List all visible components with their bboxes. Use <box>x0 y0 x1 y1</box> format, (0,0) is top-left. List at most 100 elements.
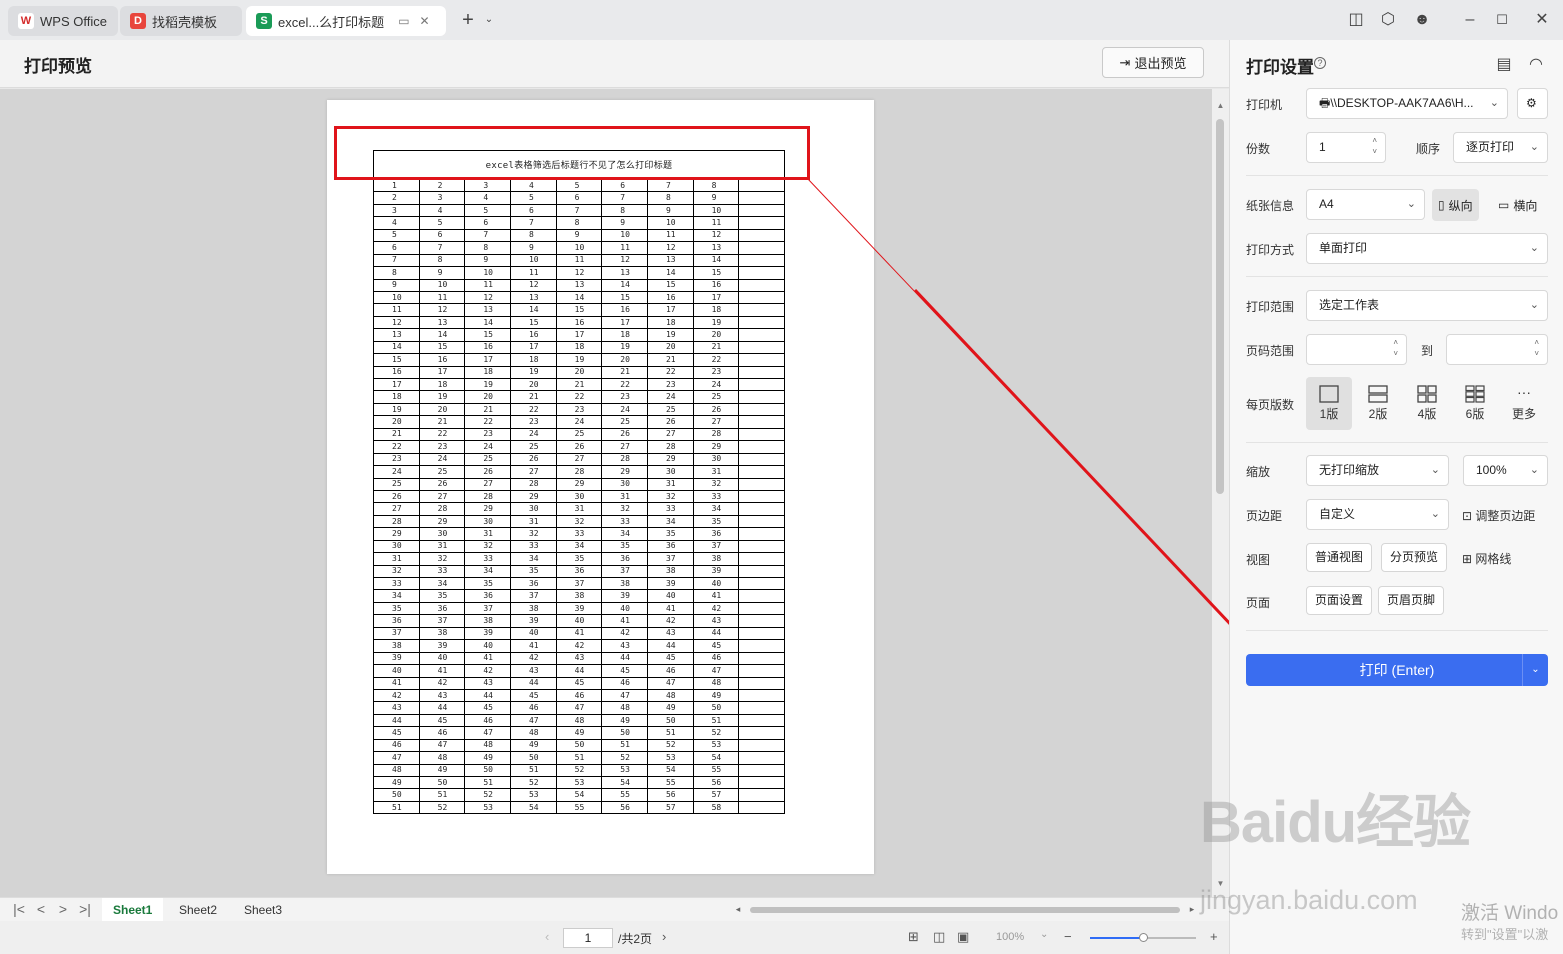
page-break-preview-button[interactable]: 分页预览 <box>1381 543 1447 572</box>
pages-per-sheet-2[interactable]: 2版 <box>1355 377 1401 430</box>
zoom-level[interactable]: 100% <box>996 931 1024 943</box>
table-cell: 36 <box>509 576 557 591</box>
cube-icon[interactable]: ⬡ <box>1378 10 1398 30</box>
chevron-down-icon[interactable]: ⌄ <box>479 10 499 30</box>
table-cell: 23 <box>555 402 603 417</box>
pages-per-sheet-1[interactable]: 1版 <box>1306 377 1352 430</box>
scroll-thumb[interactable] <box>1216 119 1224 494</box>
close-window-icon[interactable]: ✕ <box>1532 10 1552 30</box>
scroll-left-icon[interactable]: ◂ <box>731 901 745 917</box>
last-sheet-icon[interactable]: >| <box>78 901 92 917</box>
normal-view-button[interactable]: 普通视图 <box>1306 543 1372 572</box>
pages-per-sheet-6[interactable]: 6版 <box>1452 377 1498 430</box>
chevron-down-icon: ⌄ <box>1529 464 1539 476</box>
table-cell: 39 <box>692 564 740 579</box>
page-view-icon[interactable]: ▣ <box>957 929 969 945</box>
headset-icon[interactable]: ◠ <box>1526 55 1546 75</box>
to-label: 到 <box>1421 344 1434 358</box>
scroll-up-icon[interactable]: ▲ <box>1212 101 1229 110</box>
print-button[interactable]: 打印 (Enter) ⌄ <box>1246 654 1548 686</box>
header-footer-button[interactable]: 页眉页脚 <box>1378 586 1444 615</box>
table-cell: 44 <box>692 626 740 641</box>
table-cell <box>738 203 785 218</box>
table-cell: 50 <box>464 763 511 778</box>
table-row: 38 39 40 41 42 43 44 45 <box>373 639 785 653</box>
table-cell: 33 <box>692 489 740 504</box>
print-mode-select[interactable]: 单面打印 ⌄ <box>1306 233 1548 264</box>
table-cell: 45 <box>646 651 694 666</box>
adjust-margin-button[interactable]: ⊡ 调整页边距 <box>1462 507 1535 524</box>
tab-current-workbook[interactable]: S excel...么打印标题 ▭ ✕ <box>246 6 446 36</box>
help-icon[interactable]: ? <box>1314 57 1326 69</box>
layout-icon[interactable]: ◫ <box>1346 10 1366 30</box>
print-settings-panel: 打印设置 ? ▤ ◠ 打印机 🖶\\DESKTOP-AAK7AA6\H... ⌄… <box>1200 40 1563 954</box>
zoom-chevron-icon[interactable]: ⌄ <box>1040 929 1048 940</box>
sheet-tab-2[interactable]: Sheet2 <box>168 898 228 922</box>
page-number-input[interactable]: 1 <box>563 928 613 948</box>
tab-wps-office[interactable]: W WPS Office <box>8 6 118 36</box>
printer-properties-button[interactable]: ⚙ <box>1517 88 1548 119</box>
next-page-icon[interactable]: › <box>662 929 666 944</box>
avatar[interactable]: ☻ <box>1412 10 1432 30</box>
exit-preview-button[interactable]: ⇥ 退出预览 <box>1102 47 1204 78</box>
table-cell: 55 <box>646 775 694 790</box>
table-cell: 17 <box>646 303 694 317</box>
spinner-icon[interactable]: ˄ ˅ <box>1534 337 1539 359</box>
table-cell: 55 <box>692 763 740 778</box>
scale-percent-select[interactable]: 100% ⌄ <box>1463 455 1548 486</box>
table-cell: 37 <box>601 564 648 579</box>
spinner-icon[interactable]: ˄ ˅ <box>1393 337 1398 359</box>
prev-sheet-icon[interactable]: < <box>34 901 48 917</box>
table-cell: 51 <box>692 713 740 728</box>
print-range-select[interactable]: 选定工作表 ⌄ <box>1306 290 1548 321</box>
minimize-icon[interactable]: – <box>1460 10 1480 30</box>
pages-per-sheet-more[interactable]: ··· 更多 <box>1501 377 1547 430</box>
first-sheet-icon[interactable]: |< <box>12 901 26 917</box>
printer-select[interactable]: 🖶\\DESKTOP-AAK7AA6\H... ⌄ <box>1306 88 1508 119</box>
table-cell: 49 <box>692 688 740 703</box>
tab-docer[interactable]: D 找稻壳模板 <box>120 6 242 36</box>
prev-page-icon[interactable]: ‹ <box>545 929 549 944</box>
sheet-tab-1[interactable]: Sheet1 <box>102 898 164 922</box>
table-cell: 11 <box>601 241 648 255</box>
copies-input[interactable]: 1 ˄ ˅ <box>1306 132 1386 163</box>
table-cell: 5 <box>418 216 466 230</box>
reading-view-icon[interactable]: ◫ <box>933 929 945 945</box>
new-tab-icon[interactable]: + <box>458 10 478 30</box>
zoom-slider[interactable] <box>1090 933 1196 942</box>
table-cell: 36 <box>555 564 603 579</box>
zoom-in-icon[interactable]: + <box>1210 929 1218 944</box>
table-cell: 50 <box>601 726 648 740</box>
table-cell: 8 <box>555 216 603 230</box>
next-sheet-icon[interactable]: > <box>56 901 70 917</box>
page-setup-button[interactable]: 页面设置 <box>1306 586 1372 615</box>
maximize-icon[interactable]: ☐ <box>1492 10 1512 30</box>
scroll-right-icon[interactable]: ▸ <box>1185 901 1199 917</box>
table-row: 41 42 43 44 45 46 47 48 <box>373 676 785 690</box>
monitor-icon[interactable]: ▭ <box>398 14 409 28</box>
spinner-icon[interactable]: ˄ ˅ <box>1372 135 1377 157</box>
landscape-button[interactable]: ▭ 横向 <box>1492 189 1543 221</box>
zoom-slider-knob[interactable] <box>1139 933 1148 942</box>
page-to-input[interactable]: ˄ ˅ <box>1446 334 1548 365</box>
pages-per-sheet-4[interactable]: 4版 <box>1404 377 1450 430</box>
paper-select[interactable]: A4 ⌄ <box>1306 189 1425 220</box>
normal-view-icon[interactable]: ⊞ <box>908 929 919 945</box>
table-cell: 2 <box>418 178 466 193</box>
print-options-chevron-icon[interactable]: ⌄ <box>1522 654 1548 686</box>
table-cell <box>738 402 785 417</box>
table-cell: 21 <box>464 402 511 417</box>
sheet-tab-3[interactable]: Sheet3 <box>233 898 293 922</box>
gridlines-toggle[interactable]: ⊞ 网格线 <box>1462 550 1511 567</box>
horizontal-scroll-thumb[interactable] <box>750 907 1180 913</box>
close-tab-icon[interactable]: ✕ <box>420 14 430 28</box>
order-select[interactable]: 逐页打印 ⌄ <box>1453 132 1548 163</box>
table-cell: 18 <box>464 365 511 380</box>
zoom-out-icon[interactable]: − <box>1064 929 1072 944</box>
table-cell: 25 <box>646 402 694 417</box>
portrait-button[interactable]: ▯ 纵向 <box>1432 189 1479 221</box>
page-from-input[interactable]: ˄ ˅ <box>1306 334 1407 365</box>
margin-select[interactable]: 自定义 ⌄ <box>1306 499 1449 530</box>
scale-select[interactable]: 无打印缩放 ⌄ <box>1306 455 1449 486</box>
panel-layout-icon[interactable]: ▤ <box>1494 55 1514 75</box>
